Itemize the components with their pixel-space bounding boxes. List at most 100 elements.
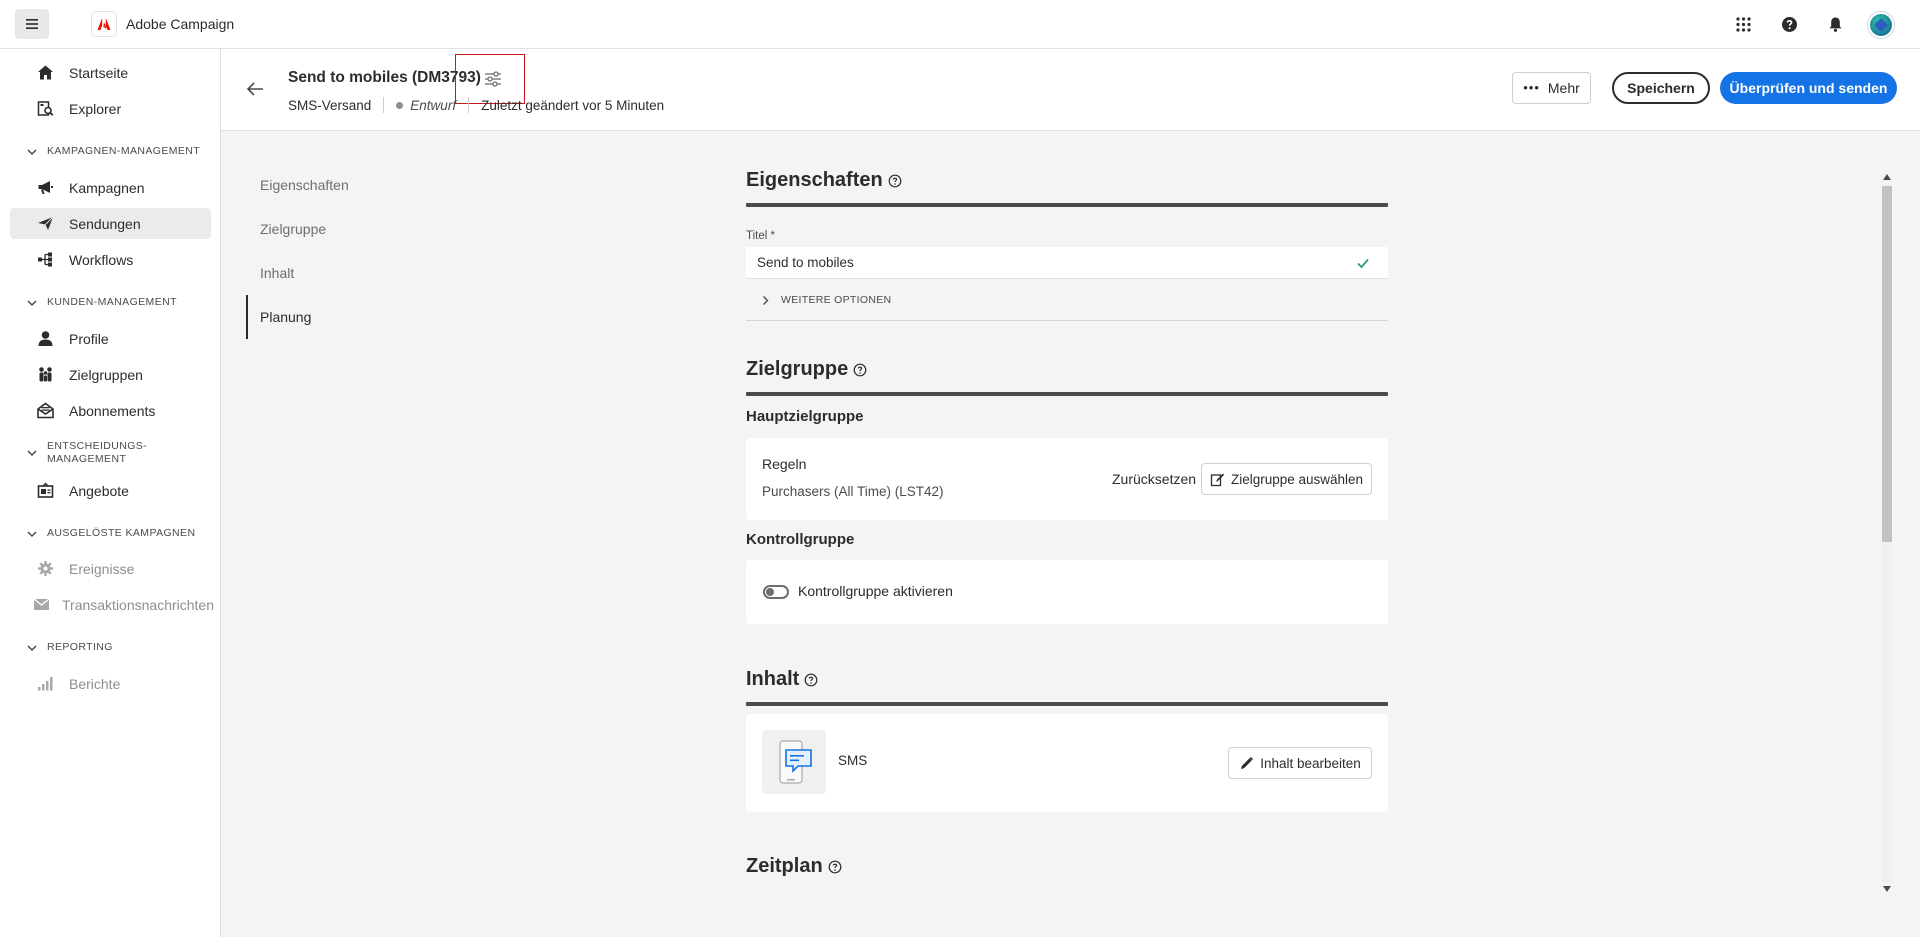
edit-select-icon [1210, 473, 1225, 486]
step-planung[interactable]: Planung [246, 295, 426, 339]
sidebar-item-explorer[interactable]: Explorer [10, 93, 211, 124]
triangle-up-icon [1883, 174, 1891, 180]
help-circle-icon[interactable] [828, 860, 842, 874]
main-audience-heading: Hauptzielgruppe [746, 408, 864, 425]
top-bar: Adobe Campaign [0, 0, 1920, 49]
help-circle-icon[interactable] [888, 174, 902, 188]
sidebar-item-transaktionsnachrichten[interactable]: Transaktionsnachrichten [10, 589, 214, 620]
megaphone-icon [33, 179, 57, 196]
mail-open-icon [33, 402, 57, 419]
review-and-send-button[interactable]: Überprüfen und senden [1720, 72, 1897, 104]
sms-phone-icon [779, 740, 812, 784]
sidebar-item-label: Kampagnen [69, 179, 145, 196]
user-avatar-button[interactable] [1858, 0, 1904, 49]
reset-button[interactable]: Zurücksetzen [1112, 471, 1196, 487]
save-button[interactable]: Speichern [1612, 72, 1710, 104]
triangle-down-icon [1883, 886, 1891, 892]
step-zielgruppe[interactable]: Zielgruppe [246, 207, 426, 251]
apps-grid-icon [1735, 17, 1751, 32]
more-options-label: WEITERE OPTIONEN [781, 294, 892, 306]
scroll-down-arrow[interactable] [1881, 884, 1893, 894]
hamburger-menu-button[interactable] [15, 9, 49, 39]
sidebar-item-workflows[interactable]: Workflows [10, 244, 211, 275]
control-group-toggle[interactable] [763, 585, 789, 599]
title-input[interactable]: Send to mobiles [746, 247, 1388, 279]
sidebar-section-label: KAMPAGNEN-MANAGEMENT [47, 145, 201, 157]
sidebar-item-abonnements[interactable]: Abonnements [10, 395, 211, 426]
sidebar-item-angebote[interactable]: Angebote [10, 475, 211, 506]
select-audience-button[interactable]: Zielgruppe auswählen [1201, 463, 1372, 495]
explorer-icon [33, 100, 57, 117]
control-group-card: Kontrollgruppe aktivieren [746, 560, 1388, 624]
notifications-button[interactable] [1812, 0, 1858, 49]
content-scrollbar[interactable] [1881, 172, 1893, 894]
settings-sliders-icon[interactable] [483, 69, 503, 89]
envelope-icon [33, 596, 50, 613]
sidebar-item-label: Startseite [69, 64, 129, 81]
status-badge: Entwurf [410, 97, 457, 113]
sidebar-item-label: Ereignisse [69, 560, 135, 577]
help-icon [1781, 17, 1797, 32]
sidebar-item-profile[interactable]: Profile [10, 323, 211, 354]
sidebar-section-kampagnen-management[interactable]: KAMPAGNEN-MANAGEMENT [26, 145, 200, 158]
adobe-logo-icon [97, 18, 111, 30]
sidebar-item-sendungen[interactable]: Sendungen [10, 208, 211, 239]
adobe-logo[interactable] [91, 11, 117, 37]
control-group-heading: Kontrollgruppe [746, 531, 855, 548]
app-name[interactable]: Adobe Campaign [126, 16, 234, 32]
help-circle-icon[interactable] [853, 363, 867, 377]
section-title-text: Zeitplan [746, 855, 823, 877]
sidebar-item-label: Angebote [69, 482, 129, 499]
control-group-toggle-label: Kontrollgruppe aktivieren [798, 583, 953, 599]
back-arrow-icon[interactable] [245, 79, 265, 99]
section-title-zielgruppe: Zielgruppe [746, 358, 867, 381]
select-audience-label: Zielgruppe auswählen [1230, 471, 1364, 487]
scroll-thumb[interactable] [1882, 186, 1892, 542]
sidebar-section-reporting[interactable]: REPORTING [26, 641, 113, 654]
chevron-down-icon [27, 450, 37, 457]
sidebar-item-label: Workflows [69, 251, 134, 268]
edit-content-label: Inhalt bearbeiten [1260, 755, 1361, 771]
chevron-down-icon [27, 644, 37, 651]
divider [746, 320, 1388, 321]
sidebar-section-entscheidungs-management[interactable]: ENTSCHEIDUNGS- MANAGEMENT [26, 440, 147, 466]
last-modified: Zuletzt geändert vor 5 Minuten [481, 97, 665, 113]
delivery-meta: SMS-Versand Entwurf Zuletzt geändert vor… [288, 97, 664, 113]
bar-chart-icon [33, 675, 57, 692]
sidebar-section-kunden-management[interactable]: KUNDEN-MANAGEMENT [26, 296, 177, 309]
home-icon [33, 64, 57, 81]
section-title-zeitplan: Zeitplan [746, 855, 842, 878]
chevron-down-icon [27, 530, 37, 537]
step-navigation: Eigenschaften Zielgruppe Inhalt Planung [246, 163, 426, 339]
delivery-type: SMS-Versand [288, 97, 372, 113]
step-inhalt[interactable]: Inhalt [246, 251, 426, 295]
status-dot [396, 101, 404, 109]
user-icon [33, 330, 57, 347]
avatar [1868, 11, 1894, 38]
scroll-up-arrow[interactable] [1881, 172, 1893, 182]
audience-icon [33, 366, 57, 383]
sidebar-item-kampagnen[interactable]: Kampagnen [10, 172, 211, 203]
sidebar-item-berichte[interactable]: Berichte [10, 668, 211, 699]
help-button[interactable] [1766, 0, 1812, 49]
help-circle-icon[interactable] [804, 673, 818, 687]
section-title-text: Zielgruppe [746, 358, 849, 380]
chevron-down-icon [27, 299, 37, 306]
step-eigenschaften[interactable]: Eigenschaften [246, 163, 426, 207]
sidebar-section-ausgeloeste-kampagnen[interactable]: AUSGELÖSTE KAMPAGNEN [26, 527, 195, 540]
rules-label: Regeln [762, 456, 807, 472]
sidebar-item-zielgruppen[interactable]: Zielgruppen [10, 359, 211, 390]
more-button[interactable]: ••• Mehr [1512, 72, 1591, 104]
rules-value: Purchasers (All Time) (LST42) [762, 484, 944, 499]
more-options-toggle[interactable]: WEITERE OPTIONEN [760, 294, 891, 306]
apps-grid-button[interactable] [1720, 0, 1766, 49]
content-card: SMS Inhalt bearbeiten [746, 714, 1388, 812]
section-title-eigenschaften: Eigenschaften [746, 169, 902, 192]
main-audience-card: Regeln Purchasers (All Time) (LST42) Zur… [746, 438, 1388, 520]
sidebar-section-label: AUSGELÖSTE KAMPAGNEN [47, 527, 196, 539]
edit-content-button[interactable]: Inhalt bearbeiten [1228, 747, 1372, 779]
sidebar-item-ereignisse[interactable]: Ereignisse [10, 553, 211, 584]
sidebar-item-startseite[interactable]: Startseite [10, 57, 211, 88]
section-divider [746, 392, 1388, 396]
section-divider [746, 702, 1388, 706]
